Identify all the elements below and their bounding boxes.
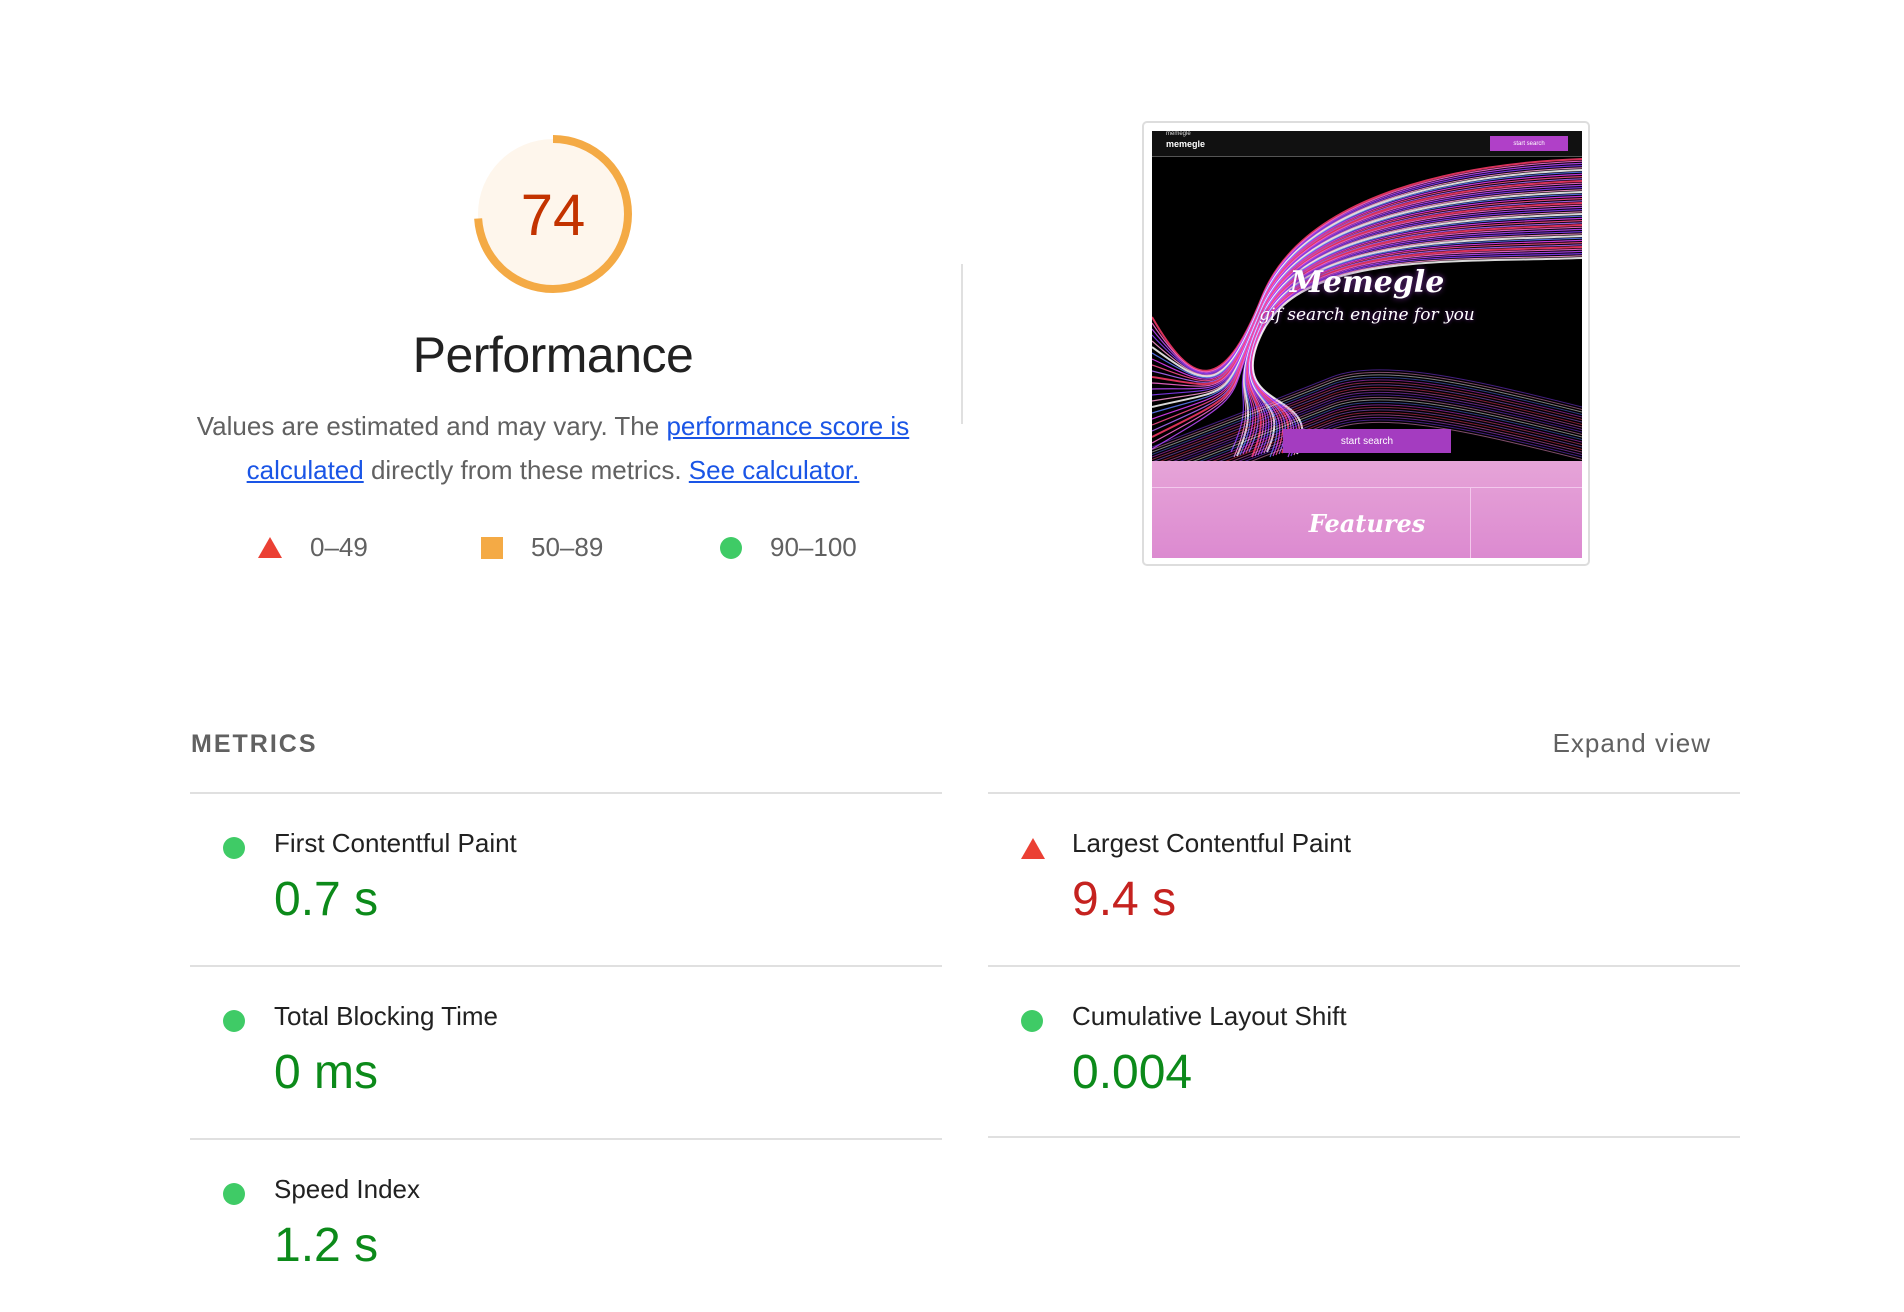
final-screenshot[interactable]: memegle memegle start search Memegle gif…: [1152, 131, 1582, 558]
metric-cumulative-layout-shift: Cumulative Layout Shift 0.004: [988, 967, 1740, 1139]
metric-title: Cumulative Layout Shift: [1072, 1001, 1347, 1031]
orange-square-icon: [481, 536, 503, 559]
thumbnail-subtitle: gif search engine for you: [1259, 305, 1475, 325]
legend-range: 50–89: [531, 532, 604, 562]
legend-range: 90–100: [770, 532, 857, 562]
thumbnail-title: Memegle: [1289, 265, 1445, 300]
metric-speed-index: Speed Index 1.2 s: [190, 1140, 942, 1312]
metric-title: Speed Index: [274, 1174, 421, 1204]
metric-value: 0.7 s: [274, 873, 379, 926]
metric-largest-contentful-paint: Largest Contentful Paint 9.4 s: [988, 794, 1740, 966]
green-circle-icon: [720, 536, 742, 559]
thumbnail-logo: memegle: [1166, 139, 1206, 149]
see-calculator-link[interactable]: See calculator.: [689, 455, 860, 485]
thumbnail-start-button: start search: [1283, 429, 1451, 453]
green-circle-icon: [223, 1183, 245, 1205]
thumbnail-divider: [1152, 487, 1582, 488]
vertical-divider: [961, 264, 963, 424]
metric-value: 0.004: [1072, 1046, 1193, 1099]
metric-title: Largest Contentful Paint: [1072, 828, 1351, 858]
metric-title: Total Blocking Time: [274, 1001, 498, 1031]
metrics-header: METRICS: [191, 730, 318, 758]
red-triangle-icon: [258, 537, 282, 558]
green-circle-icon: [223, 1010, 245, 1032]
metric-value: 9.4 s: [1072, 873, 1177, 926]
metric-value: 0 ms: [274, 1046, 379, 1099]
category-title: Performance: [412, 327, 694, 383]
score-legend: 0–49 50–89 90–100: [0, 532, 1904, 572]
metric-first-contentful-paint: First Contentful Paint 0.7 s: [190, 794, 942, 966]
category-description: Values are estimated and may vary. The p…: [190, 404, 916, 492]
green-circle-icon: [223, 837, 245, 859]
thumbnail-features-heading: Features: [1308, 509, 1426, 538]
description-prefix: Values are estimated and may vary. The: [196, 411, 667, 441]
green-circle-icon: [1021, 1010, 1043, 1032]
thumbnail-features-section: Features: [1152, 461, 1582, 558]
legend-item-fail: 0–49: [258, 532, 368, 563]
performance-gauge: 74: [472, 133, 634, 295]
legend-range: 0–49: [310, 532, 368, 562]
score-value: 74: [520, 182, 586, 248]
metrics-divider: [988, 1136, 1740, 1138]
red-triangle-icon: [1021, 838, 1045, 859]
metric-title: First Contentful Paint: [274, 828, 517, 858]
thumbnail-logo-small: memegle: [1166, 131, 1191, 137]
thumbnail-top-button: start search: [1490, 136, 1568, 151]
description-middle: directly from these metrics.: [363, 455, 689, 485]
legend-item-average: 50–89: [481, 532, 603, 563]
metric-total-blocking-time: Total Blocking Time 0 ms: [190, 967, 942, 1139]
metric-value: 1.2 s: [274, 1219, 379, 1272]
expand-view-toggle[interactable]: Expand view: [1553, 728, 1711, 759]
thumbnail-hero: Memegle gif search engine for you start …: [1152, 157, 1582, 461]
legend-item-pass: 90–100: [720, 532, 857, 563]
thumbnail-navbar: memegle memegle start search: [1152, 131, 1582, 157]
